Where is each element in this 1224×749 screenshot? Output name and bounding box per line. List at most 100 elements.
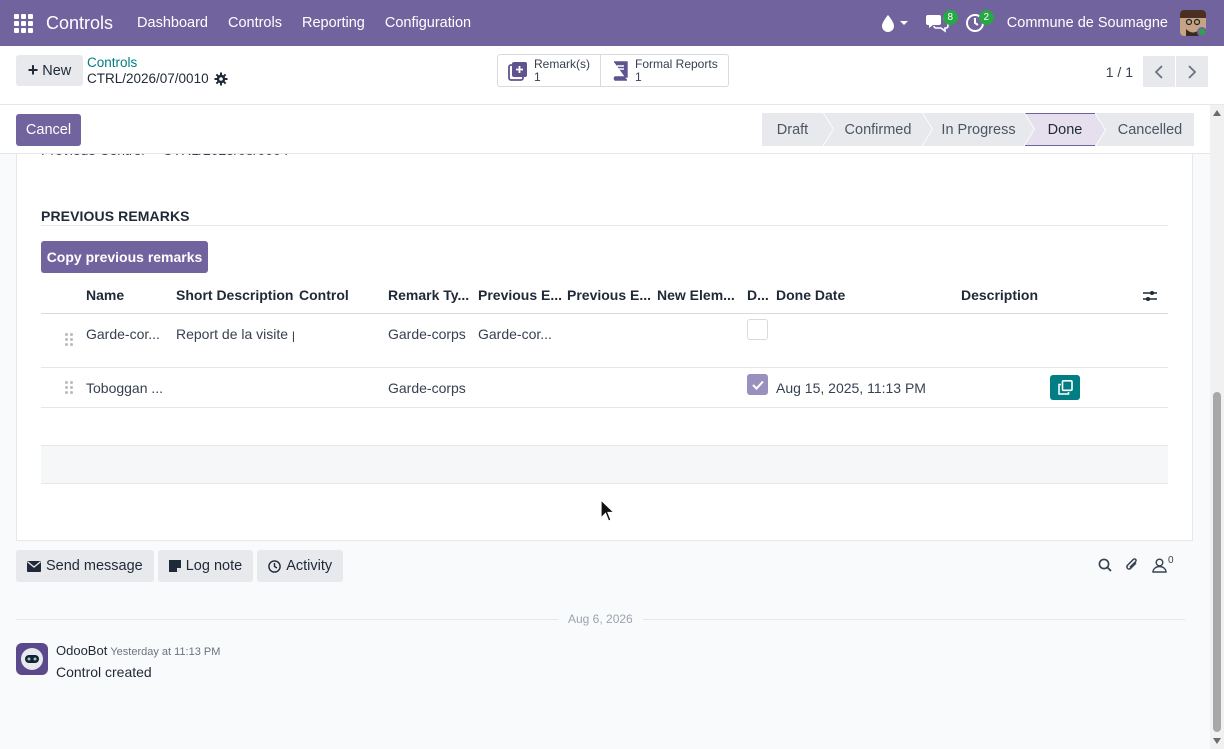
menu-reporting[interactable]: Reporting [292, 15, 375, 31]
chevron-right-icon [1188, 64, 1196, 79]
column-done[interactable]: D... [747, 287, 769, 303]
activity-button[interactable]: Activity [257, 550, 344, 582]
cell-short-description: Report de la visite p [176, 326, 294, 342]
table-row[interactable]: Garde-cor... Report de la visite p Garde… [41, 314, 1168, 368]
pager-next-button[interactable] [1176, 56, 1208, 87]
stage-done[interactable]: Done [1025, 113, 1106, 146]
empty-row [41, 408, 1168, 446]
column-control[interactable]: Control [299, 287, 349, 303]
messages-badge: 8 [942, 10, 958, 25]
pager-previous-button[interactable] [1143, 56, 1175, 87]
stage-in-progress[interactable]: In Progress [923, 113, 1035, 146]
check-icon [751, 380, 764, 390]
column-previous-element-2[interactable]: Previous E... [567, 287, 651, 303]
stage-cancelled[interactable]: Cancelled [1096, 113, 1194, 146]
plus-icon: + [27, 60, 39, 80]
vertical-scrollbar[interactable] [1210, 105, 1224, 749]
optional-columns-icon[interactable] [1143, 289, 1157, 303]
column-description[interactable]: Description [961, 287, 1038, 303]
previous-remarks-title: PREVIOUS REMARKS [41, 208, 190, 224]
clock-icon [268, 559, 281, 573]
cell-name: Toboggan ... [86, 380, 164, 396]
pager: 1 / 1 [1106, 56, 1208, 87]
followers-count: 0 [1168, 554, 1174, 566]
menu-controls[interactable]: Controls [218, 15, 292, 31]
main-menu: Dashboard Controls Reporting Configurati… [127, 15, 481, 31]
column-remark-type[interactable]: Remark Ty... [388, 287, 469, 303]
user-icon [1152, 558, 1167, 573]
odoobot-avatar[interactable] [16, 643, 48, 675]
message-date: Yesterday at 11:13 PM [110, 646, 221, 658]
table-row[interactable]: Toboggan ... Garde-corps Aug 15, 2025, 1… [41, 368, 1168, 408]
envelope-icon [27, 560, 41, 572]
copy-icon [1057, 380, 1073, 395]
chatter-actions: Send message Log note Activity [16, 550, 347, 582]
caret-down-icon [899, 21, 908, 25]
followers-button[interactable]: 0 [1152, 554, 1174, 573]
menu-dashboard[interactable]: Dashboard [127, 15, 218, 31]
column-new-element[interactable]: New Elem... [657, 287, 735, 303]
new-button[interactable]: + New [16, 55, 83, 86]
done-checkbox-checked[interactable] [747, 374, 768, 395]
mouse-cursor-icon [600, 499, 616, 522]
cell-remark-type: Garde-corps [388, 380, 466, 396]
breadcrumb-current: CTRL/2026/07/0010 [87, 71, 228, 86]
done-checkbox[interactable] [747, 319, 768, 340]
cell-done-date: Aug 15, 2025, 11:13 PM [776, 380, 926, 396]
section-divider [41, 225, 1168, 226]
chatter-tools: 0 [1098, 554, 1186, 573]
attachments-button[interactable] [1124, 557, 1140, 573]
scroll-down-icon[interactable] [1213, 738, 1221, 744]
cell-previous-element: Garde-cor... [478, 326, 552, 342]
messages-button[interactable]: 8 [917, 0, 958, 46]
drop-menu-button[interactable] [873, 0, 917, 46]
message-body: Control created [56, 664, 152, 680]
book-icon [613, 60, 628, 81]
robot-icon [21, 648, 43, 670]
pager-value[interactable]: 1 / 1 [1106, 64, 1133, 80]
previous-remarks-table: Name Short Description Control Remark Ty… [41, 276, 1168, 484]
scroll-up-icon[interactable] [1213, 110, 1221, 116]
table-header: Name Short Description Control Remark Ty… [41, 276, 1168, 314]
online-status-dot [1197, 27, 1206, 36]
chevron-left-icon [1155, 64, 1163, 79]
drag-handle-icon[interactable] [65, 381, 73, 394]
empty-row [41, 446, 1168, 484]
stage-confirmed[interactable]: Confirmed [824, 113, 933, 146]
send-message-button[interactable]: Send message [16, 550, 154, 582]
duplicate-remark-button[interactable] [1050, 375, 1080, 400]
remarks-smart-button[interactable]: Remark(s) 1 [498, 55, 600, 86]
formal-reports-smart-button[interactable]: Formal Reports 1 [600, 55, 728, 86]
column-short-description[interactable]: Short Description [176, 287, 293, 303]
column-name[interactable]: Name [86, 287, 124, 303]
gear-icon[interactable] [214, 72, 228, 86]
cancel-button[interactable]: Cancel [16, 114, 81, 146]
control-panel: + New Controls CTRL/2026/07/0010 Remark(s… [0, 46, 1224, 105]
menu-configuration[interactable]: Configuration [375, 15, 481, 31]
copy-previous-remarks-button[interactable]: Copy previous remarks [41, 241, 208, 273]
column-done-date[interactable]: Done Date [776, 287, 845, 303]
message-author[interactable]: OdooBot [56, 643, 107, 658]
sticky-note-icon [168, 560, 181, 572]
scrollbar-thumb[interactable] [1213, 392, 1221, 732]
activities-badge: 2 [978, 10, 994, 25]
paperclip-icon [1126, 558, 1137, 570]
column-previous-element[interactable]: Previous E... [478, 287, 562, 303]
navbar-systray: 8 2 Commune de Soumagne [873, 0, 1224, 46]
drag-handle-icon[interactable] [65, 333, 73, 346]
smart-buttons: Remark(s) 1 Formal Reports 1 [497, 54, 729, 87]
log-note-button[interactable]: Log note [157, 550, 254, 582]
form-statusbar: Cancel Draft Confirmed In Progress Done … [0, 105, 1210, 154]
form-scroll-area: Previous ControlCTRL/2025/08/0004 Cancel… [0, 105, 1210, 749]
breadcrumb-parent[interactable]: Controls [87, 55, 137, 70]
search-messages-button[interactable] [1098, 558, 1112, 572]
cell-remark-type: Garde-corps [388, 326, 466, 342]
apps-menu-icon[interactable] [0, 0, 46, 46]
droplet-icon [881, 15, 894, 32]
cell-name: Garde-cor... [86, 326, 160, 342]
company-switcher[interactable]: Commune de Soumagne [993, 15, 1180, 31]
activities-button[interactable]: 2 [957, 0, 994, 46]
user-avatar[interactable] [1180, 10, 1206, 36]
app-brand[interactable]: Controls [46, 13, 113, 34]
stage-draft[interactable]: Draft [762, 113, 834, 146]
